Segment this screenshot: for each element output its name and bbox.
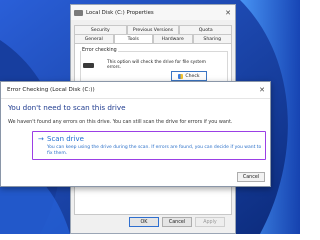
shield-icon	[178, 73, 184, 79]
tab-hardware[interactable]: Hardware	[153, 34, 193, 43]
dialog-description: We haven't found any errors on this driv…	[8, 119, 233, 125]
tab-tools[interactable]: Tools	[113, 34, 153, 43]
scan-drive-description: You can keep using the drive during the …	[47, 145, 262, 156]
drive-icon	[74, 9, 83, 16]
scan-drive-title: Scan drive	[47, 135, 84, 143]
dialog-titlebar: Error Checking (Local Disk (C:)) ✕	[1, 82, 270, 99]
tab-row-bottom: General Tools Hardware Sharing	[74, 34, 232, 43]
apply-button[interactable]: Apply	[195, 217, 225, 227]
error-checking-text: This option will check the drive for fil…	[107, 60, 206, 71]
properties-button-bar: OK Cancel Apply	[129, 217, 225, 227]
ok-button[interactable]: OK	[129, 217, 159, 227]
close-icon[interactable]: ✕	[221, 9, 235, 17]
tab-row-top: Security Previous Versions Quota	[74, 25, 233, 34]
check-button-label: Check	[185, 73, 200, 79]
properties-titlebar: Local Disk (C:) Properties ✕	[71, 5, 235, 20]
tab-security[interactable]: Security	[74, 25, 127, 34]
arrow-right-icon: →	[38, 135, 44, 143]
tab-previous-versions[interactable]: Previous Versions	[126, 25, 180, 34]
check-button[interactable]: Check	[171, 71, 207, 81]
tab-sharing[interactable]: Sharing	[192, 34, 232, 43]
error-checking-label: Error checking	[81, 48, 118, 53]
tab-quota[interactable]: Quota	[179, 25, 233, 34]
dialog-close-icon[interactable]: ✕	[254, 86, 270, 94]
tab-general[interactable]: General	[74, 34, 114, 43]
dialog-heading: You don't need to scan this drive	[8, 103, 126, 112]
drive-check-icon	[83, 63, 94, 68]
properties-cancel-button[interactable]: Cancel	[162, 217, 192, 227]
scan-drive-option[interactable]: → Scan drive You can keep using the driv…	[32, 131, 266, 160]
dialog-cancel-button[interactable]: Cancel	[237, 172, 265, 182]
error-checking-dialog: Error Checking (Local Disk (C:)) ✕ You d…	[0, 81, 271, 187]
properties-title: Local Disk (C:) Properties	[86, 9, 154, 16]
dialog-title: Error Checking (Local Disk (C:))	[7, 87, 95, 93]
